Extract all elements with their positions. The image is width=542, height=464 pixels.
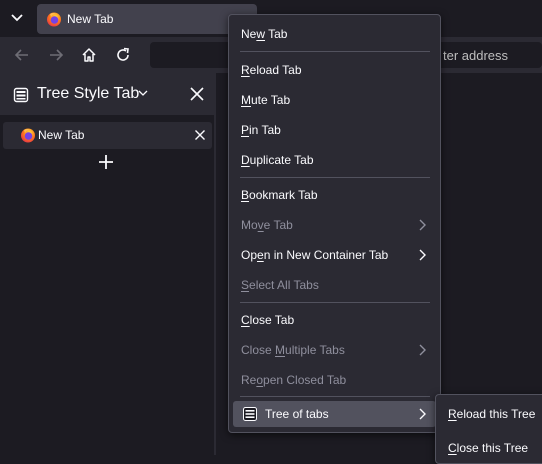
list-all-tabs-button[interactable] (4, 6, 30, 30)
reload-icon (117, 47, 129, 61)
menu-item-duplicate-tab[interactable]: Duplicate Tab (233, 147, 436, 173)
menu-separator (240, 302, 430, 303)
menu-item-label: Bookmark Tab (241, 188, 318, 202)
menu-item-label: Open in New Container Tab (241, 248, 389, 262)
menu-item-label: Mute Tab (241, 93, 291, 107)
close-icon[interactable] (189, 86, 205, 102)
menu-item-close-tab[interactable]: Close Tab (233, 307, 436, 333)
arrow-right-icon (50, 49, 64, 61)
menu-separator (240, 177, 430, 178)
menu-item-label: Close this Tree (448, 441, 529, 455)
sidebar-title[interactable]: Tree Style Tab (37, 85, 139, 103)
menu-item-mute-tab[interactable]: Mute Tab (233, 87, 436, 113)
sidebar-header: Tree Style Tab (0, 73, 214, 115)
chevron-right-icon (419, 219, 426, 231)
menu-item-reload-tab[interactable]: Reload Tab (233, 57, 436, 83)
sidebar-panel-icon[interactable] (13, 87, 29, 103)
browser-tab-title: New Tab (67, 12, 114, 26)
chevron-right-icon (419, 408, 426, 420)
menu-item-label: Duplicate Tab (241, 153, 314, 167)
forward-button[interactable] (42, 42, 70, 68)
menu-item-close-multiple-tabs: Close Multiple Tabs (233, 337, 436, 363)
sidebar-tab-label: New Tab (38, 128, 85, 142)
home-icon (82, 48, 96, 62)
menu-item-move-tab: Move Tab (233, 212, 436, 238)
menu-separator (240, 396, 430, 397)
menu-item-label: Pin Tab (241, 123, 281, 137)
menu-item-open-in-container[interactable]: Open in New Container Tab (233, 242, 436, 268)
menu-item-close-this-tree[interactable]: Close this Tree (440, 435, 542, 461)
chevron-right-icon (419, 344, 426, 356)
menu-item-pin-tab[interactable]: Pin Tab (233, 117, 436, 143)
menu-item-label: Move Tab (241, 218, 293, 232)
tree-style-tab-icon (243, 407, 257, 421)
menu-item-label: Select All Tabs (241, 278, 319, 292)
reload-button[interactable] (109, 42, 137, 68)
browser-tab-selected[interactable]: New Tab (37, 4, 257, 34)
chevron-down-icon[interactable] (138, 89, 148, 97)
menu-item-label: New Tab (241, 27, 288, 41)
home-button[interactable] (75, 42, 103, 68)
menu-item-label: Reload Tab (241, 63, 302, 77)
menu-item-label: Close Tab (241, 313, 295, 327)
menu-item-label: Reload this Tree (448, 407, 536, 421)
arrow-left-icon (14, 49, 28, 61)
back-button[interactable] (8, 42, 36, 68)
tab-context-menu: New Tab Reload Tab Mute Tab Pin Tab Dupl… (228, 14, 441, 433)
menu-item-select-all-tabs: Select All Tabs (233, 272, 436, 298)
chevron-right-icon (419, 249, 426, 261)
plus-icon[interactable] (98, 154, 114, 170)
menu-item-label: Reopen Closed Tab (241, 373, 347, 387)
menu-item-label: Close Multiple Tabs (241, 343, 345, 357)
menu-item-bookmark-tab[interactable]: Bookmark Tab (233, 182, 436, 208)
menu-item-reopen-closed-tab: Reopen Closed Tab (233, 367, 436, 393)
close-icon[interactable] (194, 129, 206, 141)
tree-of-tabs-submenu: Reload this Tree Close this Tree (435, 394, 542, 464)
menu-item-label: Tree of tabs (265, 407, 329, 421)
menu-item-reload-this-tree[interactable]: Reload this Tree (440, 401, 542, 427)
sidebar: Tree Style Tab New Tab (0, 73, 214, 455)
menu-item-tree-of-tabs[interactable]: Tree of tabs (233, 401, 436, 427)
firefox-icon (21, 128, 35, 143)
firefox-icon (47, 12, 61, 27)
menu-item-new-tab[interactable]: New Tab (233, 21, 436, 47)
url-bar-placeholder: ter address (443, 48, 509, 63)
sidebar-tab-item[interactable]: New Tab (3, 122, 212, 149)
chevron-down-icon (11, 14, 23, 22)
menu-separator (240, 51, 430, 52)
